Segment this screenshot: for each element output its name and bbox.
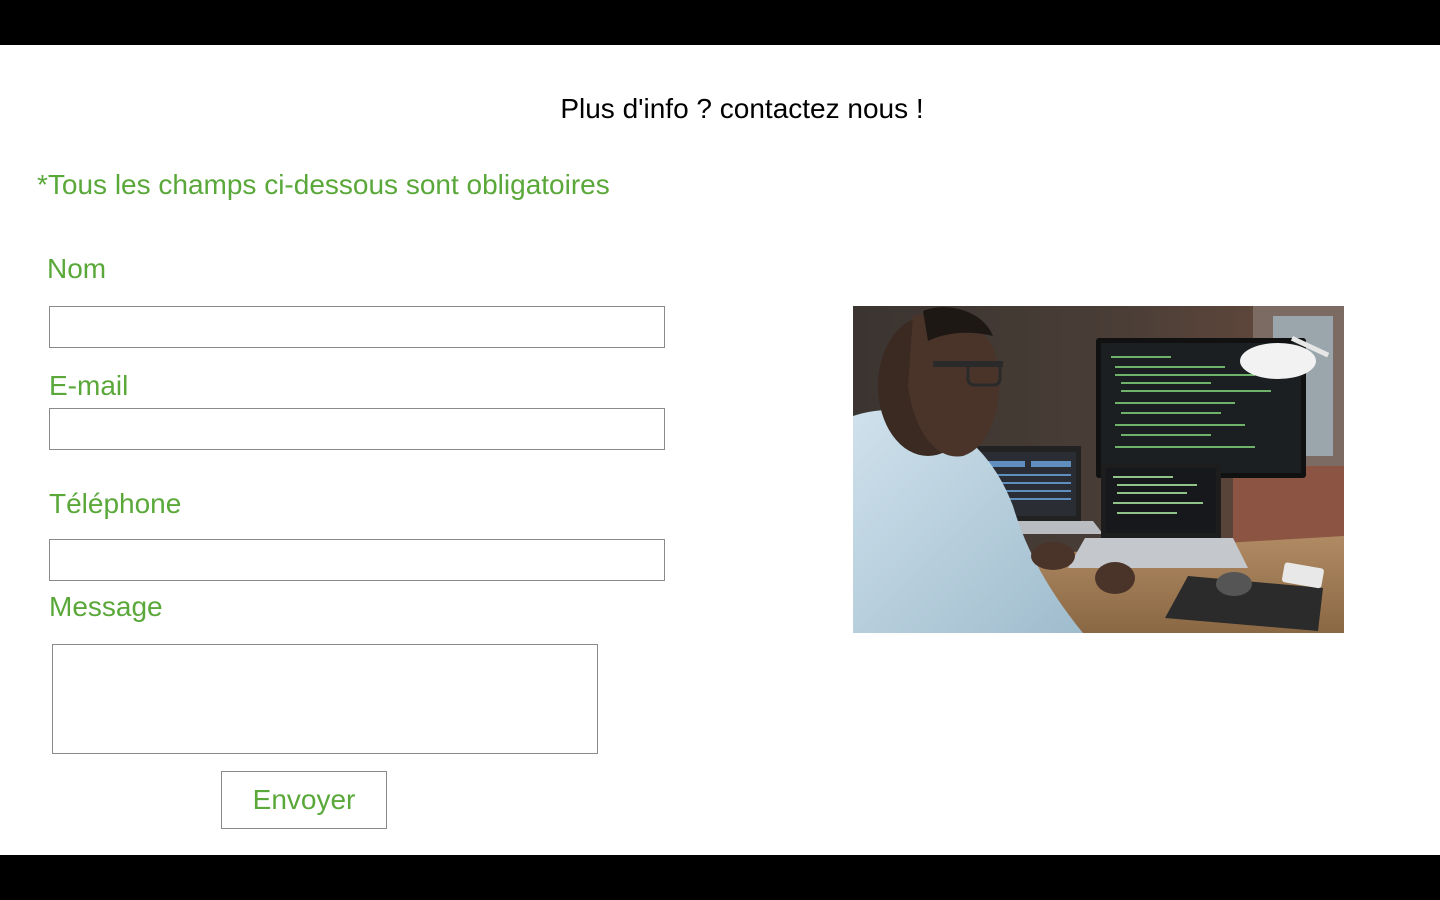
message-label: Message: [49, 591, 163, 622]
page-title: Plus d'info ? contactez nous !: [560, 93, 924, 124]
name-label: Nom: [47, 253, 107, 284]
email-input[interactable]: [49, 408, 665, 450]
phone-label: Téléphone: [49, 488, 182, 519]
name-input[interactable]: [49, 306, 665, 348]
send-button[interactable]: Envoyer: [221, 771, 387, 829]
contact-page: Plus d'info ? contactez nous ! *Tous les…: [0, 45, 1440, 855]
developer-photo: [853, 306, 1344, 633]
phone-input[interactable]: [49, 539, 665, 581]
required-fields-notice: *Tous les champs ci-dessous sont obligat…: [37, 169, 610, 200]
message-textarea[interactable]: [52, 644, 598, 754]
email-label: E-mail: [49, 370, 129, 401]
